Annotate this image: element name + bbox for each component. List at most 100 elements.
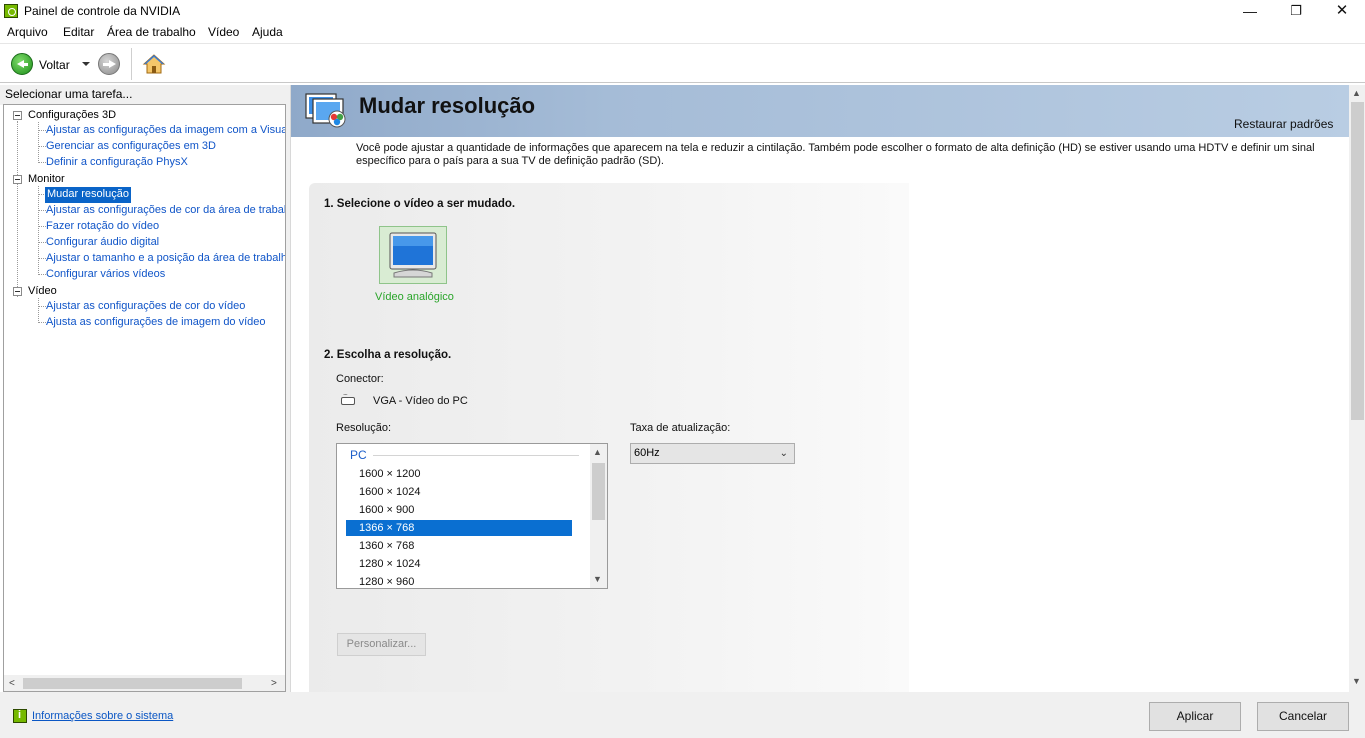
resolution-group-header: PC bbox=[350, 448, 367, 462]
home-icon[interactable] bbox=[142, 52, 166, 76]
resolution-item-selected[interactable]: 1366 × 768 bbox=[346, 520, 572, 536]
scroll-down-icon[interactable]: ▼ bbox=[1352, 676, 1361, 686]
tree-scrollbar-thumb[interactable] bbox=[23, 678, 242, 689]
step1-heading: 1. Selecione o vídeo a ser mudado. bbox=[324, 198, 516, 210]
scroll-right-icon[interactable]: > bbox=[271, 678, 277, 689]
toolbar-separator bbox=[131, 48, 132, 80]
tree-item-image-settings-preview[interactable]: Ajustar as configurações da imagem com a… bbox=[46, 123, 285, 139]
tree-line bbox=[39, 258, 46, 259]
title-bar: Painel de controle da NVIDIA — ❐ ✕ bbox=[0, 0, 1365, 22]
resolution-item[interactable]: 1280 × 1024 bbox=[346, 556, 572, 572]
menu-arquivo[interactable]: Arquivo bbox=[7, 25, 48, 39]
resolution-item[interactable]: 1600 × 900 bbox=[346, 502, 572, 518]
bottom-bar: Informações sobre o sistema Aplicar Canc… bbox=[0, 692, 1365, 738]
tree-line bbox=[39, 130, 46, 131]
display-selector-analog[interactable] bbox=[379, 226, 447, 284]
resolution-item[interactable]: 1600 × 1200 bbox=[346, 466, 572, 482]
tree-line bbox=[38, 122, 39, 163]
forward-arrow-icon[interactable] bbox=[98, 53, 120, 75]
tree-line bbox=[38, 186, 39, 275]
tree-line bbox=[38, 298, 39, 323]
scroll-left-icon[interactable]: < bbox=[9, 678, 15, 689]
tree-line bbox=[39, 146, 46, 147]
resolution-item[interactable]: 1360 × 768 bbox=[346, 538, 572, 554]
settings-panel: 1. Selecione o vídeo a ser mudado. Vídeo… bbox=[309, 183, 909, 692]
menu-area-de-trabalho[interactable]: Área de trabalho bbox=[107, 25, 196, 39]
task-panel-header: Selecionar uma tarefa... bbox=[0, 85, 288, 105]
menu-video[interactable]: Vídeo bbox=[208, 25, 239, 39]
collapse-monitor-icon[interactable] bbox=[13, 175, 22, 184]
minimize-button[interactable]: — bbox=[1227, 0, 1273, 22]
page-banner: Mudar resolução Restaurar padrões bbox=[291, 85, 1349, 137]
system-info-icon[interactable] bbox=[13, 709, 27, 723]
tree-item-change-resolution[interactable]: Mudar resolução bbox=[45, 187, 131, 203]
tree-item-manage-3d-settings[interactable]: Gerenciar as configurações em 3D bbox=[46, 139, 216, 155]
collapse-video-icon[interactable] bbox=[13, 287, 22, 296]
menu-editar[interactable]: Editar bbox=[63, 25, 94, 39]
tree-horizontal-scrollbar[interactable]: < > bbox=[4, 675, 285, 691]
customize-button[interactable]: Personalizar... bbox=[337, 633, 426, 656]
maximize-button[interactable]: ❐ bbox=[1273, 0, 1319, 22]
tree-line bbox=[39, 306, 46, 307]
resolution-item[interactable]: 1600 × 1024 bbox=[346, 484, 572, 500]
tree-item-rotate-display[interactable]: Fazer rotação do vídeo bbox=[46, 219, 159, 235]
tree-item-desktop-size-position[interactable]: Ajustar o tamanho e a posição da área de… bbox=[46, 251, 285, 267]
refresh-rate-select[interactable]: 60Hz ⌄ bbox=[630, 443, 795, 464]
vga-connector-icon bbox=[341, 393, 355, 405]
back-arrow-icon[interactable] bbox=[11, 53, 33, 75]
tree-line bbox=[39, 274, 46, 275]
window-title: Painel de controle da NVIDIA bbox=[24, 4, 181, 18]
content-scrollbar-thumb[interactable] bbox=[1351, 102, 1364, 420]
scroll-up-icon[interactable]: ▲ bbox=[1352, 88, 1361, 98]
tree-category-3d-settings[interactable]: Configurações 3D bbox=[28, 108, 116, 124]
tree-line bbox=[39, 242, 46, 243]
scroll-up-icon[interactable]: ▲ bbox=[593, 447, 602, 457]
tree-item-multiple-displays[interactable]: Configurar vários vídeos bbox=[46, 267, 165, 283]
content-vertical-scrollbar[interactable]: ▲ ▼ bbox=[1349, 85, 1365, 692]
restore-defaults-link[interactable]: Restaurar padrões bbox=[1234, 117, 1333, 131]
nvidia-app-icon bbox=[4, 4, 18, 18]
tree-line bbox=[17, 121, 18, 297]
connector-label: Conector: bbox=[336, 373, 384, 385]
tree-item-desktop-color-settings[interactable]: Ajustar as configurações de cor da área … bbox=[46, 203, 285, 219]
monitor-icon bbox=[389, 232, 437, 278]
menu-bar: Arquivo Editar Área de trabalho Vídeo Aj… bbox=[0, 22, 1365, 42]
system-info-link[interactable]: Informações sobre o sistema bbox=[32, 710, 173, 722]
back-button-label[interactable]: Voltar bbox=[39, 58, 70, 72]
change-resolution-icon bbox=[305, 93, 346, 128]
resolution-list-scrollbar[interactable]: ▲ ▼ bbox=[590, 444, 607, 588]
display-name-label[interactable]: Vídeo analógico bbox=[375, 291, 454, 303]
tree-item-physx-configuration[interactable]: Definir a configuração PhysX bbox=[46, 155, 188, 171]
refresh-rate-label: Taxa de atualização: bbox=[630, 422, 731, 434]
tree-item-digital-audio[interactable]: Configurar áudio digital bbox=[46, 235, 159, 251]
page-title: Mudar resolução bbox=[359, 93, 536, 118]
group-divider bbox=[373, 455, 579, 456]
main-content: Mudar resolução Restaurar padrões Você p… bbox=[290, 85, 1365, 692]
apply-button[interactable]: Aplicar bbox=[1149, 702, 1241, 731]
collapse-3d-settings-icon[interactable] bbox=[13, 111, 22, 120]
menu-ajuda[interactable]: Ajuda bbox=[252, 25, 283, 39]
tree-line bbox=[39, 162, 46, 163]
resolution-scrollbar-thumb[interactable] bbox=[592, 463, 605, 520]
page-description: Você pode ajustar a quantidade de inform… bbox=[356, 142, 1315, 167]
close-button[interactable]: ✕ bbox=[1319, 0, 1365, 22]
tree-category-monitor[interactable]: Monitor bbox=[28, 172, 65, 188]
tree-item-video-image-settings[interactable]: Ajusta as configurações de imagem do víd… bbox=[46, 315, 266, 331]
resolution-label: Resolução: bbox=[336, 422, 392, 434]
tree-item-video-color-settings[interactable]: Ajustar as configurações de cor do vídeo bbox=[46, 299, 245, 315]
task-tree: Configurações 3D Ajustar as configuraçõe… bbox=[3, 104, 286, 692]
refresh-rate-value: 60Hz bbox=[634, 447, 660, 459]
resolution-item[interactable]: 1280 × 960 bbox=[346, 574, 572, 588]
tree-line bbox=[39, 226, 46, 227]
scroll-down-icon[interactable]: ▼ bbox=[593, 574, 602, 584]
tree-category-video[interactable]: Vídeo bbox=[28, 284, 57, 300]
step2-heading: 2. Escolha a resolução. bbox=[324, 349, 452, 361]
tree-line bbox=[39, 210, 46, 211]
back-history-dropdown-icon[interactable] bbox=[82, 62, 90, 66]
tree-line bbox=[39, 322, 46, 323]
resolution-list[interactable]: PC 1600 × 1200 1600 × 1024 1600 × 900 13… bbox=[336, 443, 608, 589]
toolbar: Voltar bbox=[0, 43, 1365, 83]
chevron-down-icon: ⌄ bbox=[779, 448, 788, 459]
cancel-button[interactable]: Cancelar bbox=[1257, 702, 1349, 731]
connector-value: VGA - Vídeo do PC bbox=[373, 395, 468, 407]
